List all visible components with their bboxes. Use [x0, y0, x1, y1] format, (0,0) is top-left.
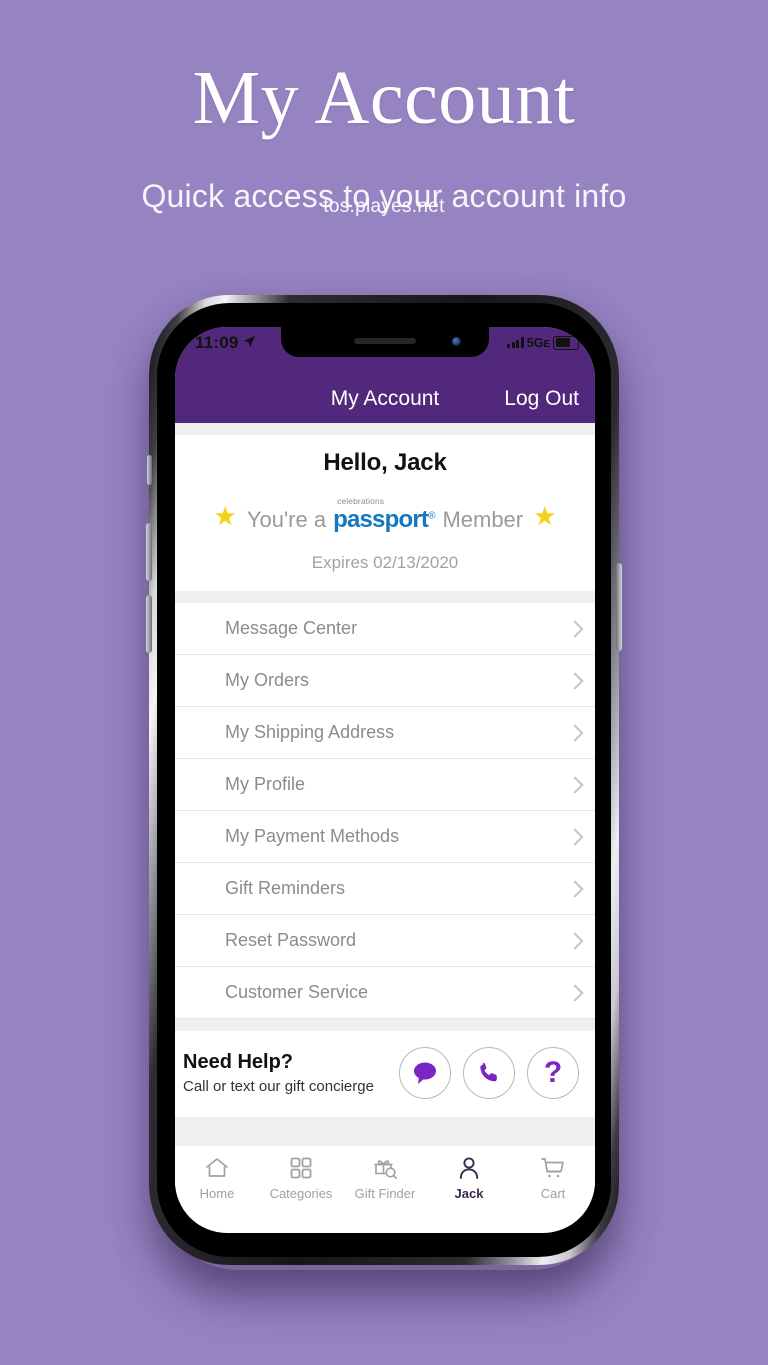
signal-bars-icon	[507, 337, 524, 348]
membership-expiry: Expires 02/13/2020	[311, 553, 459, 572]
menu-item-label: Gift Reminders	[225, 878, 346, 898]
tab-label: Home	[199, 1186, 235, 1201]
help-divider-band	[175, 1019, 595, 1031]
chevron-right-icon	[566, 828, 584, 845]
logout-button[interactable]: Log Out	[504, 387, 579, 411]
home-icon	[204, 1155, 230, 1181]
menu-item-my-profile[interactable]: My Profile	[175, 759, 595, 811]
member-prefix: You're a	[246, 507, 327, 532]
front-camera-icon	[452, 337, 461, 346]
app-navbar: My Account Log Out	[175, 375, 595, 423]
brand-small-label: celebrations	[337, 496, 385, 506]
menu-item-my-payment-methods[interactable]: My Payment Methods	[175, 811, 595, 863]
location-arrow-icon	[243, 333, 256, 353]
tab-cart[interactable]: Cart	[511, 1155, 595, 1201]
chat-bubble-icon	[411, 1060, 439, 1086]
menu-item-my-shipping-address[interactable]: My Shipping Address	[175, 707, 595, 759]
need-help-actions: ?	[399, 1047, 579, 1099]
menu-item-message-center[interactable]: Message Center	[175, 603, 595, 655]
tab-label: Categories	[269, 1186, 333, 1201]
member-text: You're a celebrations passport® Member	[246, 496, 524, 533]
account-card: Hello, Jack ★ You're a celebrations pass…	[175, 435, 595, 591]
status-time-group: 11:09	[195, 333, 256, 353]
power-button[interactable]	[616, 563, 622, 651]
volume-down-button[interactable]	[146, 595, 152, 653]
chevron-right-icon	[566, 984, 584, 1001]
phone-screen: 11:09 5GE My Account Log Out Hello, Jack…	[175, 327, 595, 1233]
earpiece-speaker-icon	[354, 338, 416, 344]
status-time: 11:09	[195, 333, 239, 352]
member-status-row: ★ You're a celebrations passport® Member…	[175, 496, 595, 533]
registered-mark: ®	[428, 510, 436, 522]
menu-item-gift-reminders[interactable]: Gift Reminders	[175, 863, 595, 915]
menu-item-label: Customer Service	[225, 982, 369, 1002]
need-help-title: Need Help?	[183, 1051, 294, 1073]
star-right-icon: ★	[533, 500, 557, 531]
star-left-icon: ★	[213, 500, 237, 531]
tab-home[interactable]: Home	[175, 1155, 259, 1201]
account-menu-list: Message Center My Orders My Shipping Add…	[175, 603, 595, 1019]
chat-bubble-button[interactable]	[399, 1047, 451, 1099]
bottom-divider-band	[175, 1117, 595, 1145]
chevron-right-icon	[566, 932, 584, 949]
tab-label: Gift Finder	[354, 1186, 416, 1201]
menu-item-label: Reset Password	[225, 930, 357, 950]
menu-item-label: My Profile	[225, 774, 306, 794]
tab-label: Jack	[454, 1186, 484, 1201]
menu-item-label: My Shipping Address	[225, 722, 395, 742]
greeting-text: Hello, Jack	[323, 449, 447, 476]
need-help-subtitle: Call or text our gift concierge	[183, 1078, 374, 1095]
menu-item-label: My Payment Methods	[225, 826, 400, 846]
phone-icon	[476, 1060, 502, 1086]
menu-item-customer-service[interactable]: Customer Service	[175, 967, 595, 1019]
grid-icon	[289, 1155, 313, 1181]
promo-header: My Account Quick access to your account …	[0, 0, 768, 215]
battery-icon	[553, 335, 582, 350]
cart-icon	[540, 1155, 566, 1181]
bottom-tab-bar: Home Categories Gift Finder Jack Cart	[175, 1145, 595, 1225]
need-help-text: Need Help? Call or text our gift concier…	[179, 1051, 399, 1095]
chevron-right-icon	[566, 880, 584, 897]
menu-item-label: My Orders	[225, 670, 310, 690]
need-help-section: Need Help? Call or text our gift concier…	[175, 1031, 595, 1117]
chevron-right-icon	[566, 672, 584, 689]
chevron-right-icon	[566, 776, 584, 793]
status-bar: 11:09 5GE	[175, 327, 595, 375]
member-suffix: Member	[442, 507, 524, 532]
volume-up-button[interactable]	[146, 523, 152, 581]
notch	[281, 327, 489, 357]
network-label: 5GE	[526, 335, 551, 350]
chevron-right-icon	[566, 724, 584, 741]
tab-categories[interactable]: Categories	[259, 1155, 343, 1201]
status-indicators: 5GE	[507, 335, 582, 350]
question-mark-icon: ?	[543, 1056, 563, 1089]
page-subtitle: Quick access to your account info	[141, 178, 627, 214]
menu-divider-band	[175, 591, 595, 603]
silent-switch[interactable]	[147, 455, 152, 485]
gift-search-icon	[372, 1155, 399, 1181]
person-icon	[457, 1155, 481, 1181]
brand-main-label: passport	[333, 506, 429, 533]
menu-item-label: Message Center	[225, 618, 358, 638]
help-question-button[interactable]: ?	[527, 1047, 579, 1099]
page-title: My Account	[192, 56, 576, 140]
phone-call-button[interactable]	[463, 1047, 515, 1099]
tab-gift-finder[interactable]: Gift Finder	[343, 1155, 427, 1201]
phone-device: 11:09 5GE My Account Log Out Hello, Jack…	[146, 295, 622, 1265]
top-divider-band	[175, 423, 595, 435]
menu-item-my-orders[interactable]: My Orders	[175, 655, 595, 707]
menu-item-reset-password[interactable]: Reset Password	[175, 915, 595, 967]
tab-account-jack[interactable]: Jack	[427, 1155, 511, 1201]
passport-logo: celebrations passport®	[333, 496, 436, 533]
chevron-right-icon	[566, 620, 584, 637]
tab-label: Cart	[540, 1186, 566, 1201]
